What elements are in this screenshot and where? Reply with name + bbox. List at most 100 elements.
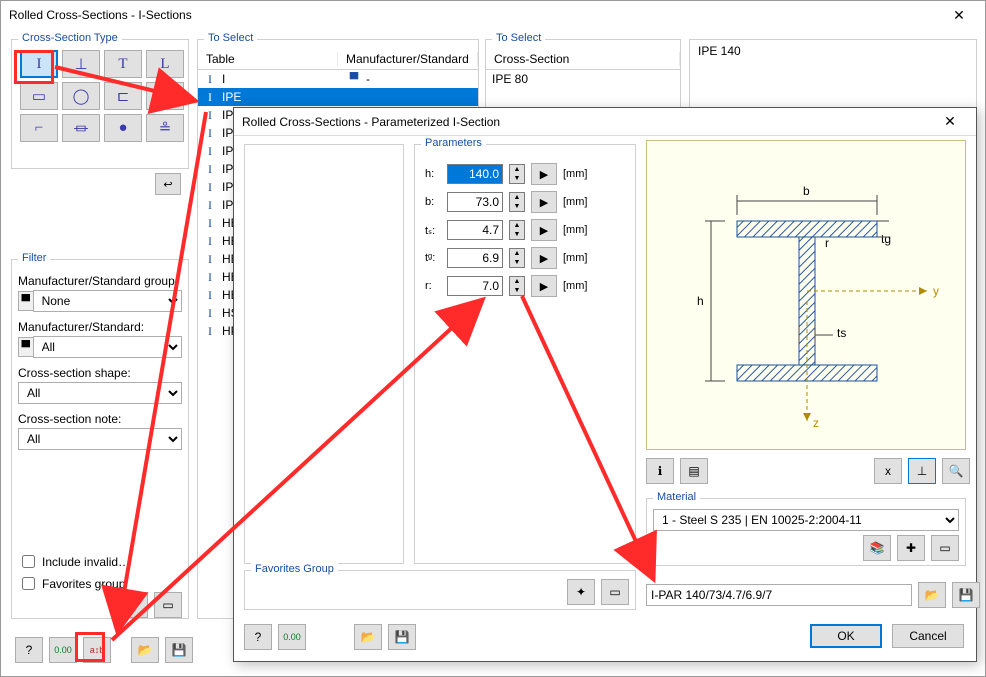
i-section-diagram: y z b h r tg ts [647,141,967,451]
favorites-group-checkbox[interactable] [22,577,35,590]
cs-type-reset-button[interactable]: ↩ [155,173,181,195]
sections-list[interactable]: IPE 80 [486,70,680,88]
param-row-b: b: ▲▼ ▶ [mm] [425,191,625,213]
cs-type-z-button[interactable]: ∠ [146,82,184,110]
cs-type-channel-button[interactable]: ⊏ [104,82,142,110]
cs-type-other-button[interactable]: ≗ [146,114,184,142]
fav-new-button[interactable]: ✦ [120,592,148,618]
material-combo[interactable]: 1 - Steel S 235 | EN 10025-2:2004-11 [653,509,959,531]
open-button[interactable]: 📂 [131,637,159,663]
param-titlebar: Rolled Cross-Sections - Parameterized I-… [234,108,976,136]
param-h-input[interactable] [447,164,503,184]
param-help-button[interactable]: ? [244,624,272,650]
param-title: Rolled Cross-Sections - Parameterized I-… [242,115,500,129]
preview-panel: IPE 140 [689,39,977,109]
main-close-button[interactable]: ✕ [941,3,977,27]
cs-type-i-button[interactable]: I [20,50,58,78]
fav-edit-button[interactable]: ▭ [601,579,629,605]
param-units-button[interactable]: 0.00 [278,624,306,650]
parametrize-button[interactable]: a↕b [83,637,111,663]
filter-mgrp-combo[interactable]: None [33,290,182,312]
result-save-button[interactable]: 💾 [952,582,980,608]
param-r-spinner[interactable]: ▲▼ [509,276,525,296]
material-lib-button[interactable]: 📚 [863,535,891,561]
i-section-icon: I [204,235,216,247]
include-invalid-checkbox[interactable] [22,555,35,568]
cs-type-half-i-button[interactable]: ⊥ [62,50,100,78]
i-section-icon: I [204,127,216,139]
param-tg-spinner[interactable]: ▲▼ [509,248,525,268]
param-row-ts: tₛ: ▲▼ ▶ [mm] [425,219,625,241]
favorites-group-label: Favorites group [42,577,125,591]
material-edit-button[interactable]: ▭ [931,535,959,561]
main-title: Rolled Cross-Sections - I-Sections [9,8,192,22]
param-h-pick[interactable]: ▶ [531,163,557,185]
param-close-button[interactable]: ✕ [932,110,968,134]
cs-type-l-button[interactable]: L [146,50,184,78]
param-save-button[interactable]: 💾 [388,624,416,650]
param-tg-pick[interactable]: ▶ [531,247,557,269]
result-field[interactable] [646,584,912,606]
filter-group-label: Filter [18,252,50,264]
info-button[interactable]: ℹ [646,458,674,484]
units-button[interactable]: 0.00 [49,637,77,663]
param-b-spinner[interactable]: ▲▼ [509,192,525,212]
i-section-icon: I [204,271,216,283]
table-row[interactable]: II▀- [198,70,478,88]
filter-note-label: Cross-section note: [18,412,121,426]
svg-text:y: y [933,284,939,298]
param-b-input[interactable] [447,192,503,212]
param-tg-input[interactable] [447,248,503,268]
param-open-button[interactable]: 📂 [354,624,382,650]
param-b-pick[interactable]: ▶ [531,191,557,213]
filter-note-combo[interactable]: All [18,428,182,450]
cs-type-circle-tube-button[interactable]: ◯ [62,82,100,110]
filter-mstd-combo[interactable]: All [33,336,182,358]
include-invalid-label: Include invalid… [42,555,130,569]
table-col-name[interactable]: Table [198,52,338,66]
param-row-h: h: ▲▼ ▶ [mm] [425,163,625,185]
cs-type-rect-tube-button[interactable]: ▭ [20,82,58,110]
param-h-spinner[interactable]: ▲▼ [509,164,525,184]
param-ts-spinner[interactable]: ▲▼ [509,220,525,240]
param-row-tg: tᵍ: ▲▼ ▶ [mm] [425,247,625,269]
param-r-input[interactable] [447,276,503,296]
save-button[interactable]: 💾 [165,637,193,663]
fav-manage-button[interactable]: ▭ [154,592,182,618]
filter-mgrp-label: Manufacturer/Standard group: [18,274,178,288]
filter-mstd-label: Manufacturer/Standard: [18,320,144,334]
param-ts-pick[interactable]: ▶ [531,219,557,241]
material-new-button[interactable]: ✚ [897,535,925,561]
cancel-button[interactable]: Cancel [892,624,964,648]
param-r-pick[interactable]: ▶ [531,275,557,297]
param-left-panel [244,144,404,564]
i-section-icon: I [204,307,216,319]
result-open-button[interactable]: 📂 [918,582,946,608]
cs-type-rail-button[interactable]: ⏛ [62,114,100,142]
cs-type-solid-button[interactable]: ● [104,114,142,142]
i-section-icon: I [204,91,216,103]
axis-view-button[interactable]: ⊥ [908,458,936,484]
table-row[interactable]: IIPE [198,88,478,106]
ok-button[interactable]: OK [810,624,882,648]
i-section-icon: I [204,289,216,301]
list-item[interactable]: IPE 80 [486,70,680,88]
help-button[interactable]: ? [15,637,43,663]
i-section-icon: I [204,181,216,193]
filter-group: Filter Manufacturer/Standard group: ▀ No… [11,259,189,619]
flag-icon: ▀ [348,73,360,85]
fav-add-button[interactable]: ✦ [567,579,595,605]
axis-x-button[interactable]: x [874,458,902,484]
preview-title: IPE 140 [690,40,976,62]
material-label: Material [653,491,700,503]
cs-col[interactable]: Cross-Section [486,52,680,66]
filter-shape-combo[interactable]: All [18,382,182,404]
param-ts-input[interactable] [447,220,503,240]
stress-button[interactable]: ▤ [680,458,708,484]
table-col-manuf[interactable]: Manufacturer/Standard [338,52,478,66]
flag-icon: ▀ [18,291,33,311]
fav-group-label: Favorites Group [251,563,338,575]
zoom-button[interactable]: 🔍 [942,458,970,484]
cs-type-cold-l-button[interactable]: ⌐ [20,114,58,142]
cs-type-t-button[interactable]: T [104,50,142,78]
